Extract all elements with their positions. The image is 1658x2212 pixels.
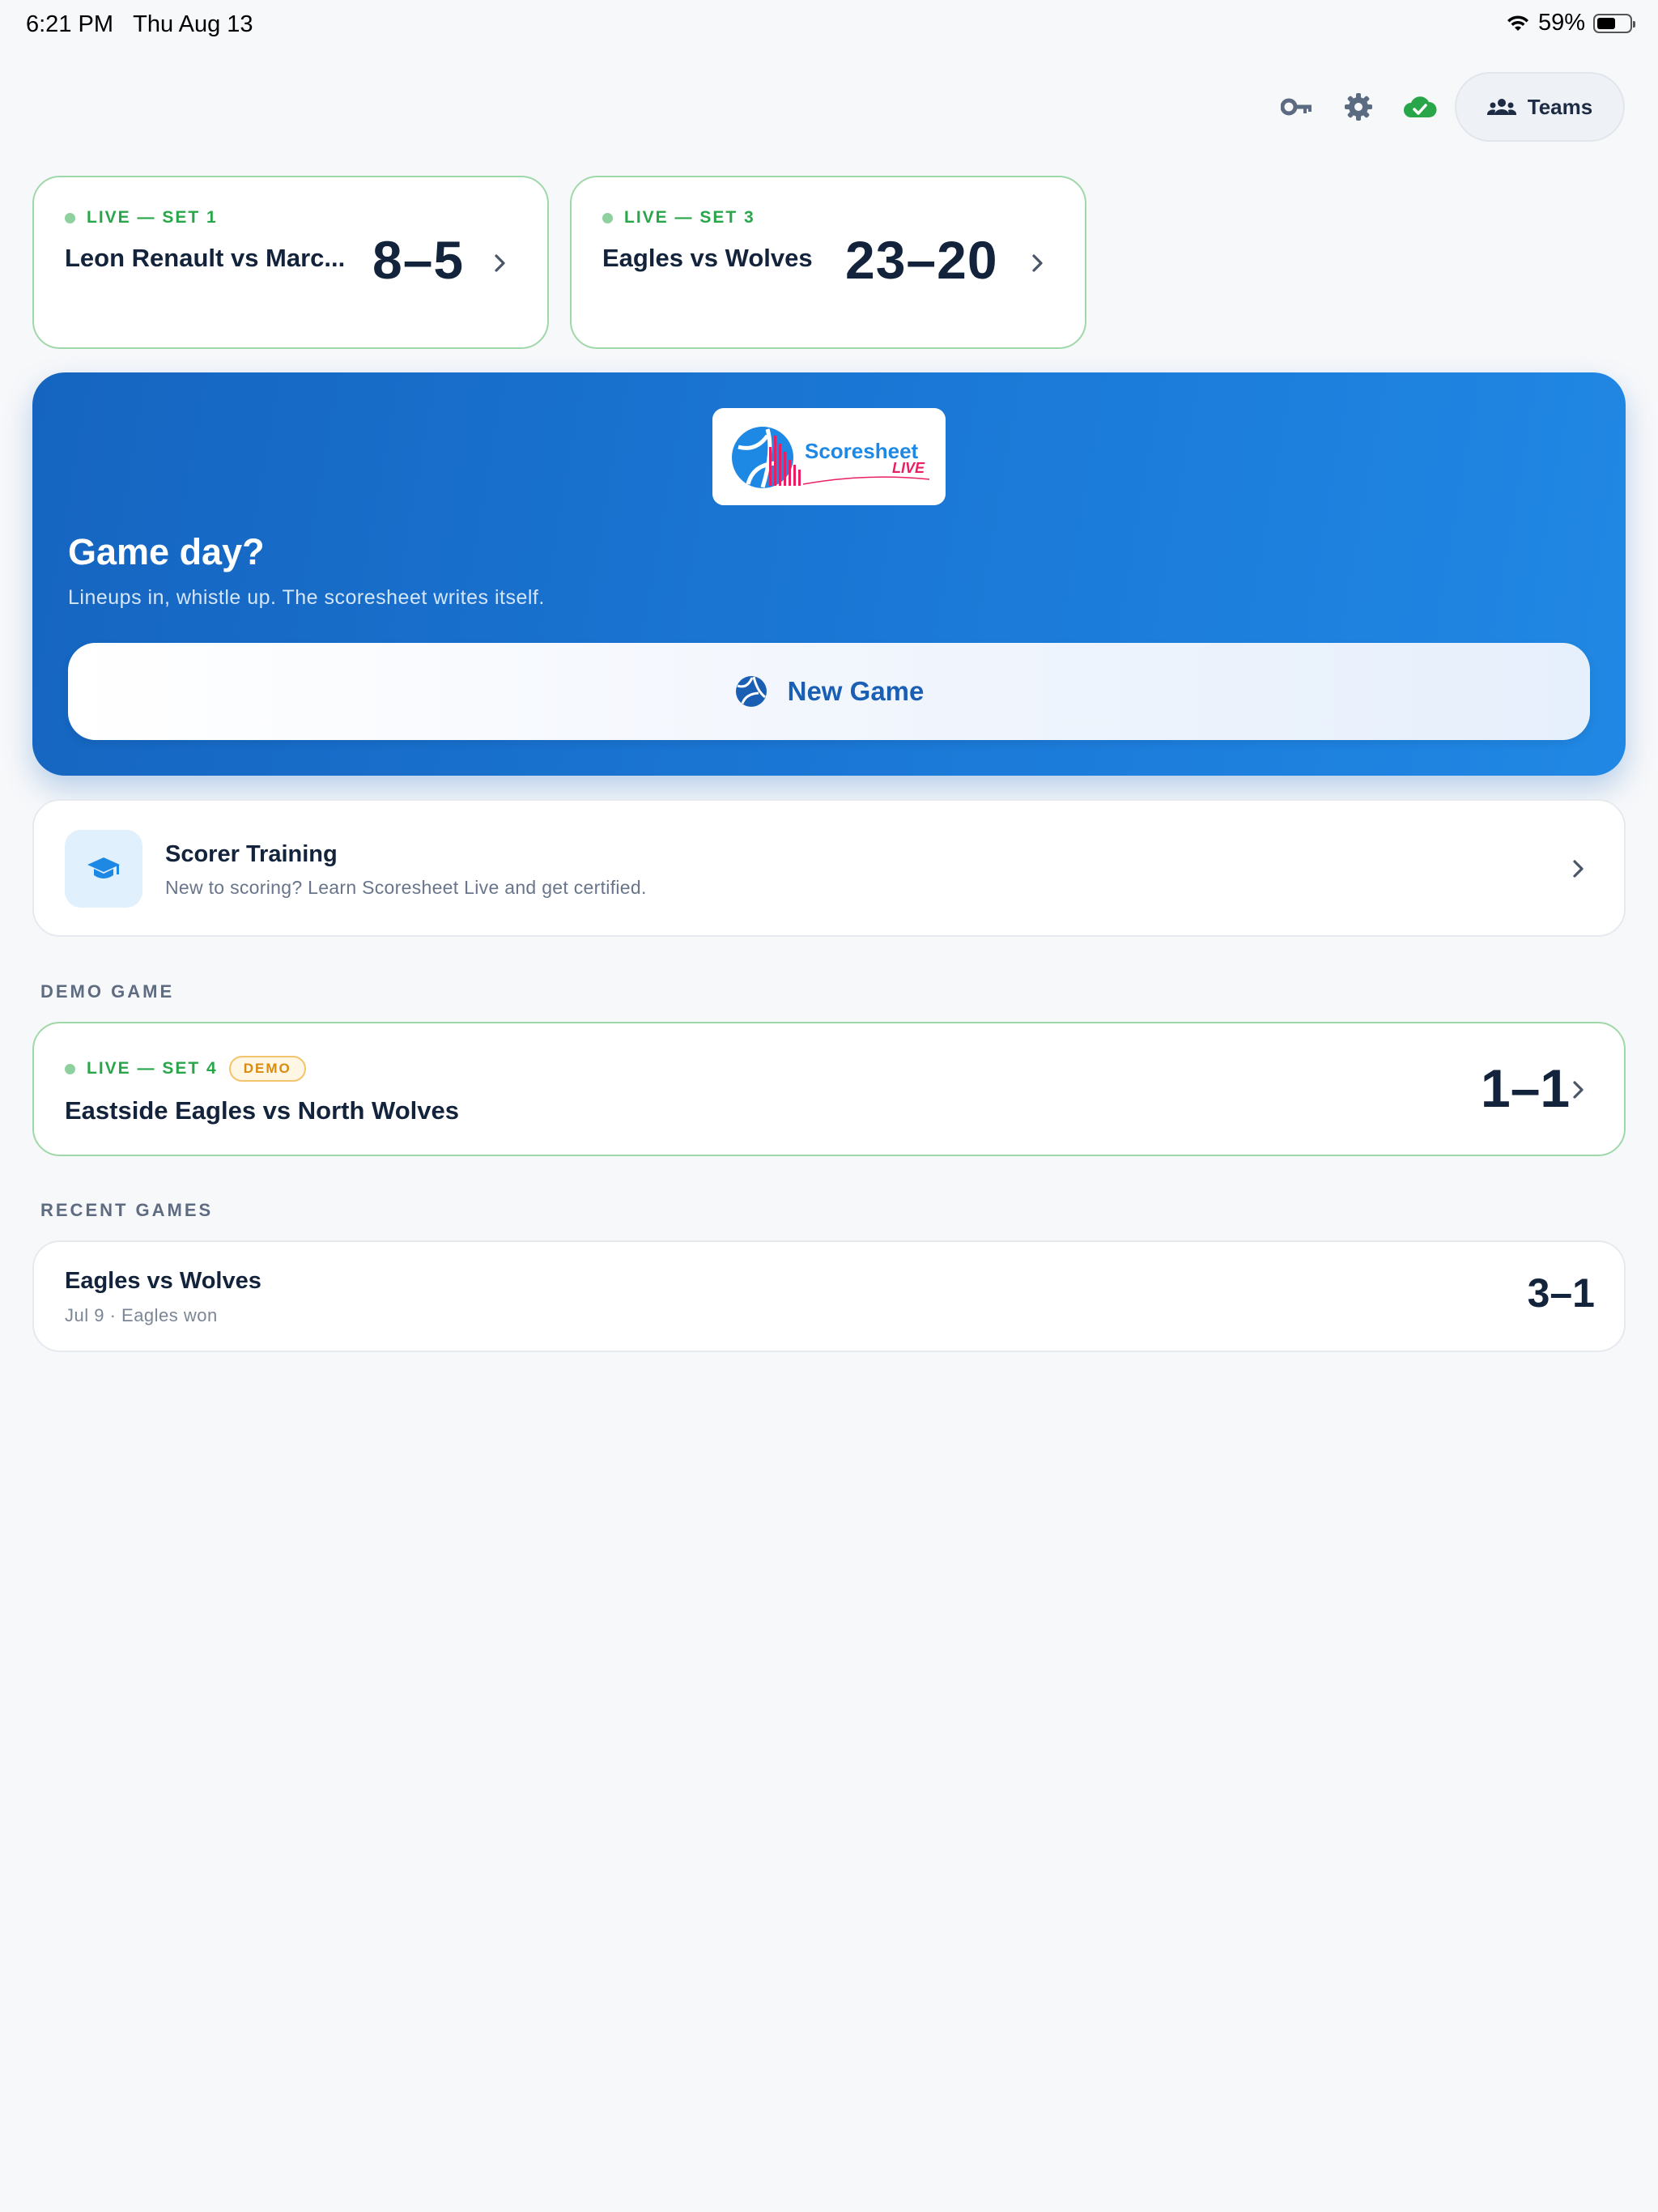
demo-status-text: LIVE — SET 4 [87, 1059, 218, 1078]
clock-date: Thu Aug 13 [133, 11, 253, 37]
clock-time: 6:21 PM [26, 11, 113, 37]
training-title: Scorer Training [165, 841, 338, 867]
scoresheet-logo: Scoresheet LIVE [712, 408, 946, 505]
live-game-card[interactable]: LIVE — SET 3 Eagles vs Wolves 23–20 [570, 176, 1086, 349]
demo-badge: DEMO [228, 1056, 306, 1082]
recent-game-card[interactable]: Eagles vs Wolves Jul 9 · Eagles won 3–1 [32, 1240, 1626, 1352]
live-game-card[interactable]: LIVE — SET 1 Leon Renault vs Marc... 8–5 [32, 176, 549, 349]
live-status-text: LIVE — SET 1 [87, 208, 218, 227]
recent-game-score: 3–1 [1527, 1270, 1595, 1316]
recent-game-meta: Jul 9 · Eagles won [65, 1305, 218, 1325]
chevron-right-icon [1573, 860, 1584, 878]
live-game-teams: Eagles vs Wolves [602, 244, 813, 272]
live-game-score: 8–5 [372, 230, 465, 290]
status-time: 6:21 PM Thu Aug 13 [26, 11, 253, 38]
hero-banner: Scoresheet LIVE Game day? Lineups in, wh… [32, 372, 1626, 776]
live-dot-icon [65, 212, 75, 223]
wifi-icon [1507, 15, 1528, 31]
demo-live-status: LIVE — SET 4 DEMO [65, 1056, 306, 1082]
battery-percent: 59% [1537, 10, 1585, 36]
volleyball-icon [735, 676, 767, 707]
status-indicators: 59% [1506, 10, 1635, 36]
demo-game-score: 1–1 [1481, 1058, 1571, 1118]
volleyball-logo-icon [732, 427, 801, 488]
scorer-training-card[interactable]: Scorer Training New to scoring? Learn Sc… [32, 799, 1626, 937]
hero-title: Game day? [68, 531, 265, 572]
chevron-right-icon [495, 254, 505, 272]
cloud-check-icon[interactable] [1402, 89, 1438, 125]
demo-game-card[interactable]: LIVE — SET 4 DEMO Eastside Eagles vs Nor… [32, 1022, 1626, 1156]
new-game-button[interactable]: New Game [68, 643, 1590, 740]
training-icon-box [65, 830, 142, 908]
new-game-label: New Game [787, 676, 925, 706]
live-game-score: 23–20 [845, 230, 998, 290]
hero-subtitle: Lineups in, whistle up. The scoresheet w… [68, 586, 545, 609]
live-status: LIVE — SET 3 [602, 208, 755, 228]
status-bar: 6:21 PM Thu Aug 13 59% [0, 0, 1658, 52]
teams-button[interactable]: Teams [1455, 72, 1625, 142]
graduation-cap-icon [87, 857, 120, 878]
training-subtitle: New to scoring? Learn Scoresheet Live an… [165, 877, 647, 898]
recent-section-header: RECENT GAMES [40, 1200, 214, 1220]
recent-game-teams: Eagles vs Wolves [65, 1268, 261, 1294]
key-icon[interactable] [1279, 89, 1315, 125]
demo-game-teams: Eastside Eagles vs North Wolves [65, 1096, 460, 1125]
live-status-text: LIVE — SET 3 [624, 208, 755, 227]
live-dot-icon [602, 212, 613, 223]
chevron-right-icon [1573, 1081, 1584, 1099]
teams-label: Teams [1527, 94, 1593, 119]
battery-fill [1597, 17, 1615, 29]
demo-section-header: DEMO GAME [40, 981, 175, 1002]
live-game-teams: Leon Renault vs Marc... [65, 244, 346, 272]
live-dot-icon [65, 1063, 75, 1074]
logo-swoosh-icon [802, 476, 930, 485]
battery-icon [1593, 13, 1635, 33]
gear-icon[interactable] [1341, 89, 1376, 125]
chevron-right-icon [1032, 254, 1043, 272]
people-icon [1486, 99, 1516, 115]
live-status: LIVE — SET 1 [65, 208, 218, 228]
